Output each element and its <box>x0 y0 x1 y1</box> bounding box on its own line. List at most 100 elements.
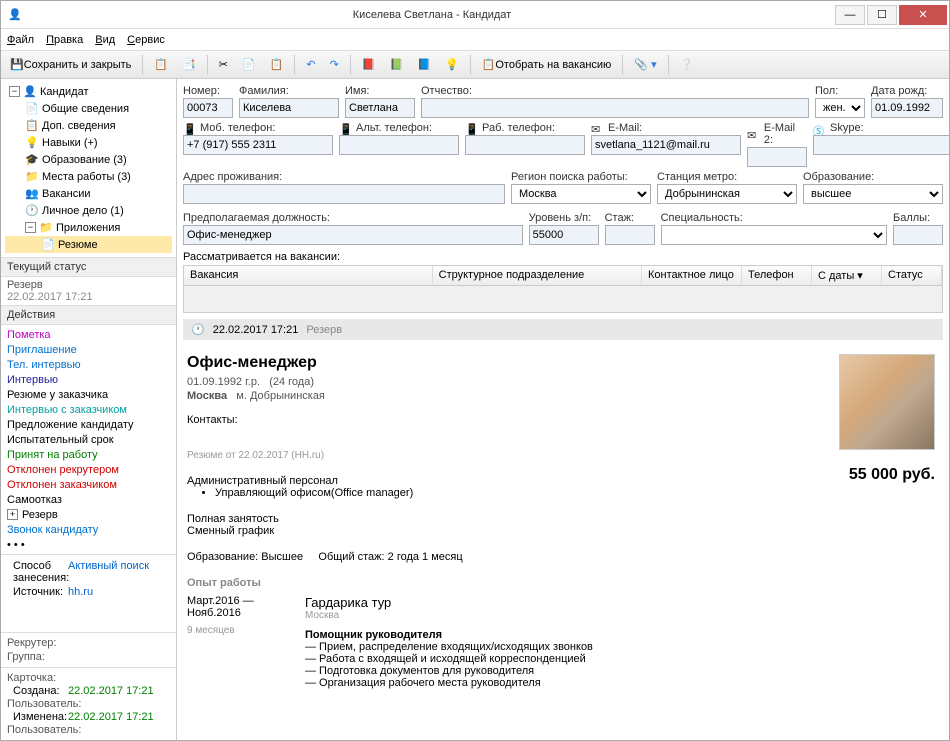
col-contact[interactable]: Контактное лицо <box>642 266 742 285</box>
action-3[interactable]: Интервью <box>7 372 170 387</box>
action-12[interactable]: +Резерв <box>7 507 170 522</box>
statusbar-status: Резерв <box>306 324 342 336</box>
action-10[interactable]: Отклонен заказчиком <box>7 477 170 492</box>
vacancies-grid: Вакансия Структурное подразделение Конта… <box>183 265 943 313</box>
card-label: Карточка: <box>7 672 170 684</box>
group-label: Группа: <box>7 651 170 663</box>
tool-icon-a[interactable]: 📕 <box>357 54 381 76</box>
menu-view[interactable]: Вид <box>95 34 115 46</box>
skype-input[interactable] <box>813 135 949 155</box>
attach-icon[interactable]: 📎 ▾ <box>629 54 661 76</box>
action-6[interactable]: Предложение кандидату <box>7 417 170 432</box>
salary-input[interactable] <box>529 225 599 245</box>
tree-root[interactable]: −👤Кандидат <box>5 83 172 100</box>
menu-edit[interactable]: Правка <box>46 34 83 46</box>
status-bar: 🕐 22.02.2017 17:21 Резерв <box>183 319 943 340</box>
middlename-input[interactable] <box>421 98 809 118</box>
action-9[interactable]: Отклонен рекрутером <box>7 462 170 477</box>
action-8[interactable]: Принят на работу <box>7 447 170 462</box>
changed-value: 22.02.2017 17:21 <box>68 711 154 723</box>
tree-workplaces[interactable]: 📁Места работы (3) <box>5 168 172 185</box>
metro-select[interactable]: Добрынинская <box>657 184 797 204</box>
edu-select[interactable]: высшее <box>803 184 943 204</box>
tree-attachments[interactable]: −📁Приложения <box>5 219 172 236</box>
paste-icon[interactable]: 📋 <box>265 54 289 76</box>
tree-general[interactable]: 📄Общие сведения <box>5 100 172 117</box>
col-status[interactable]: Статус <box>882 266 942 285</box>
method-value[interactable]: Активный поиск <box>68 560 149 584</box>
titlebar: 👤 Киселева Светлана - Кандидат — ☐ ✕ <box>1 1 949 29</box>
help-icon[interactable]: ❔ <box>675 54 699 76</box>
tool-icon-2[interactable]: 📑 <box>177 54 201 76</box>
alt-phone-input[interactable] <box>339 135 459 155</box>
content: Номер: Фамилия: Имя: Отчество: Пол:жен. … <box>177 79 949 740</box>
email2-icon: ✉ <box>747 129 761 140</box>
hint-icon[interactable]: 💡 <box>440 54 464 76</box>
tree-additional[interactable]: 📋Доп. сведения <box>5 117 172 134</box>
action-11[interactable]: Самоотказ <box>7 492 170 507</box>
sidebar: −👤Кандидат 📄Общие сведения 📋Доп. сведени… <box>1 79 177 740</box>
email-input[interactable] <box>591 135 741 155</box>
cut-icon[interactable]: ✂ <box>214 54 233 76</box>
exp-header: Опыт работы <box>187 577 935 589</box>
lastname-input[interactable] <box>239 98 339 118</box>
firstname-input[interactable] <box>345 98 415 118</box>
action-4[interactable]: Резюме у заказчика <box>7 387 170 402</box>
status-value: Резерв <box>7 279 170 291</box>
mobile-input[interactable] <box>183 135 333 155</box>
undo-icon[interactable]: ↶ <box>301 54 320 76</box>
statusbar-date: 22.02.2017 17:21 <box>213 324 299 336</box>
tool-icon-1[interactable]: 📋 <box>149 54 173 76</box>
tree-skills[interactable]: 💡Навыки (+) <box>5 134 172 151</box>
experience-input[interactable] <box>605 225 655 245</box>
source-value[interactable]: hh.ru <box>68 586 93 598</box>
recruiter-label: Рекрутер: <box>7 637 170 649</box>
sex-select[interactable]: жен. <box>815 98 865 118</box>
status-date: 22.02.2017 17:21 <box>7 291 170 303</box>
copy-icon[interactable]: 📄 <box>237 54 261 76</box>
tool-icon-c[interactable]: 📘 <box>412 54 436 76</box>
tree-personal[interactable]: 🕐Личное дело (1) <box>5 202 172 219</box>
maximize-button[interactable]: ☐ <box>867 5 897 25</box>
tree-resume[interactable]: 📄Резюме <box>5 236 172 253</box>
redo-icon[interactable]: ↷ <box>325 54 344 76</box>
mobile-icon: 📱 <box>183 123 197 134</box>
col-date[interactable]: С даты ▾ <box>812 266 882 285</box>
address-input[interactable] <box>183 184 505 204</box>
tree-vacancies[interactable]: 👥Вакансии <box>5 185 172 202</box>
menu-file[interactable]: Файл <box>7 34 34 46</box>
col-phone[interactable]: Телефон <box>742 266 812 285</box>
action-2[interactable]: Тел. интервью <box>7 357 170 372</box>
email2-input[interactable] <box>747 147 807 167</box>
skype-icon: Ⓢ <box>813 123 827 134</box>
position-input[interactable] <box>183 225 523 245</box>
minimize-button[interactable]: — <box>835 5 865 25</box>
app-icon: 👤 <box>1 8 29 21</box>
actions-header: Действия <box>1 305 176 325</box>
action-7[interactable]: Испытательный срок <box>7 432 170 447</box>
tool-icon-b[interactable]: 📗 <box>385 54 409 76</box>
action-13[interactable]: Звонок кандидату <box>7 522 170 537</box>
region-select[interactable]: Москва <box>511 184 651 204</box>
candidate-photo <box>839 354 935 450</box>
action-14[interactable]: • • • <box>7 537 170 552</box>
dob-input[interactable] <box>871 98 943 118</box>
tree-education[interactable]: 🎓Образование (3) <box>5 151 172 168</box>
save-close-button[interactable]: 💾 Сохранить и закрыть <box>5 54 136 76</box>
col-dept[interactable]: Структурное подразделение <box>433 266 642 285</box>
points-input[interactable] <box>893 225 943 245</box>
close-button[interactable]: ✕ <box>899 5 947 25</box>
action-5[interactable]: Интервью с заказчиком <box>7 402 170 417</box>
work-phone-input[interactable] <box>465 135 585 155</box>
select-vacancy-button[interactable]: 📋 Отобрать на вакансию <box>477 54 617 76</box>
action-0[interactable]: Пометка <box>7 327 170 342</box>
menubar: Файл Правка Вид Сервис <box>1 29 949 51</box>
menu-service[interactable]: Сервис <box>127 34 165 46</box>
tree: −👤Кандидат 📄Общие сведения 📋Доп. сведени… <box>1 79 176 257</box>
number-input[interactable] <box>183 98 233 118</box>
speciality-select[interactable] <box>661 225 887 245</box>
user1-label: Пользователь: <box>7 698 170 710</box>
col-vacancy[interactable]: Вакансия <box>184 266 433 285</box>
action-1[interactable]: Приглашение <box>7 342 170 357</box>
clock-icon: 🕐 <box>191 323 205 336</box>
